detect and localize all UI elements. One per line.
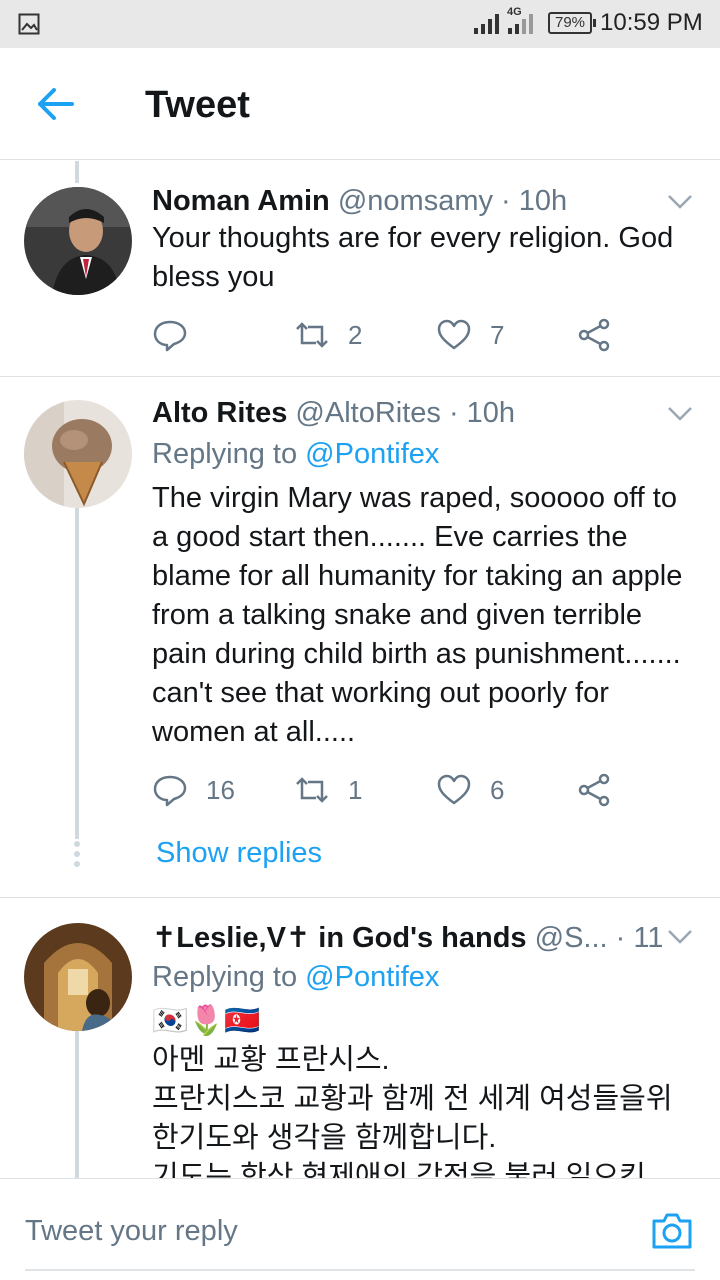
reply-button[interactable]: 16 — [152, 770, 235, 810]
reply-icon — [153, 320, 187, 352]
heart-icon — [437, 774, 471, 805]
retweet-count: 2 — [348, 319, 363, 350]
page-title: Tweet — [145, 84, 250, 126]
like-count: 6 — [490, 774, 505, 805]
user-handle[interactable]: @S... — [535, 922, 608, 954]
heart-icon — [437, 319, 471, 350]
replying-to: Replying to @Pontifex — [152, 438, 439, 471]
user-name[interactable]: Noman Amin — [152, 185, 330, 217]
tweet-time: · 10h — [448, 397, 516, 429]
gallery-notification-icon — [18, 13, 40, 35]
user-handle[interactable]: @nomsamy — [338, 185, 493, 217]
tweet-text-line: 한기도와 생각을 함께합니다. — [152, 1122, 497, 1154]
avatar[interactable] — [24, 400, 132, 508]
reply-count: 16 — [206, 774, 235, 805]
reply-tweet[interactable]: ✝Leslie,V✝ in God's hands @S... · 11h Re… — [0, 898, 720, 1178]
tweet-actions: 2 7 — [152, 315, 632, 355]
retweet-button[interactable]: 2 — [294, 315, 362, 355]
user-name[interactable]: Alto Rites — [152, 397, 287, 429]
retweet-count: 1 — [348, 774, 363, 805]
replying-to-label: Replying to — [152, 961, 306, 993]
tweet-text-line: 기도는 항상 형제애의 감정을 불러 일으킨 — [152, 1161, 646, 1178]
mention-link[interactable]: @Pontifex — [305, 438, 439, 470]
back-arrow-icon[interactable] — [36, 86, 76, 122]
tweet-text: The virgin Mary was raped, sooooo off to… — [152, 482, 683, 748]
tweet-text: 🇰🇷🌷🇰🇵 아멘 교황 프란시스. 프란치스코 교황과 함께 전 세계 여성들을… — [152, 1002, 700, 1178]
share-icon — [578, 318, 610, 352]
avatar[interactable] — [24, 923, 132, 1031]
retweet-button[interactable]: 1 — [294, 770, 362, 810]
thread-line — [75, 507, 79, 839]
share-button[interactable] — [576, 770, 612, 810]
reply-input[interactable]: Tweet your reply — [25, 1215, 238, 1248]
reply-button[interactable] — [152, 315, 206, 355]
share-button[interactable] — [576, 315, 612, 355]
thread-line — [75, 161, 79, 183]
reply-icon — [153, 775, 187, 807]
mention-link[interactable]: @Pontifex — [305, 961, 439, 993]
thread-continuation-dots — [74, 841, 80, 871]
emoji-line: 🇰🇷🌷🇰🇵 — [152, 1005, 261, 1037]
tweet-text-line: 프란치스코 교황과 함께 전 세계 여성들을위 — [152, 1083, 673, 1115]
tweet-header: Alto Rites @AltoRites · 10h — [152, 397, 662, 430]
tweet-actions: 16 1 6 — [152, 770, 632, 810]
tweet-header: ✝Leslie,V✝ in God's hands @S... · 11h — [152, 920, 662, 955]
chevron-down-icon[interactable] — [667, 929, 693, 945]
reply-input-underline — [25, 1269, 695, 1271]
retweet-icon — [296, 322, 328, 348]
tweet-text-line: 아멘 교황 프란시스. — [152, 1044, 390, 1076]
chevron-down-icon[interactable] — [667, 194, 693, 210]
app-header: Tweet — [0, 48, 720, 160]
status-bar: 4G 79% 10:59 PM — [0, 0, 720, 48]
like-count: 7 — [490, 319, 505, 350]
thread-line — [75, 1030, 79, 1178]
reply-tweet[interactable]: Alto Rites @AltoRites · 10h Replying to … — [0, 377, 720, 897]
signal-strength-secondary-icon — [508, 14, 533, 34]
tweet-time: · 11h — [615, 922, 662, 954]
reply-tweet[interactable]: Noman Amin @nomsamy · 10h Your thoughts … — [0, 161, 720, 376]
camera-icon[interactable] — [650, 1211, 694, 1251]
tweet-text: Your thoughts are for every religion. Go… — [152, 222, 674, 293]
replying-to-label: Replying to — [152, 438, 306, 470]
like-button[interactable]: 6 — [436, 770, 504, 810]
chevron-down-icon[interactable] — [667, 406, 693, 422]
replying-to: Replying to @Pontifex — [152, 961, 439, 994]
share-icon — [578, 773, 610, 807]
reply-composer[interactable]: Tweet your reply — [0, 1178, 720, 1280]
tweet-time: · 10h — [501, 185, 568, 217]
tweet-header: Noman Amin @nomsamy · 10h — [152, 185, 662, 218]
user-handle[interactable]: @AltoRites — [295, 397, 440, 429]
avatar[interactable] — [24, 187, 132, 295]
like-button[interactable]: 7 — [436, 315, 504, 355]
retweet-icon — [296, 777, 328, 803]
signal-strength-icon — [474, 14, 499, 34]
show-replies-link[interactable]: Show replies — [156, 837, 322, 870]
user-name[interactable]: ✝Leslie,V✝ in God's hands — [152, 922, 527, 954]
clock: 10:59 PM — [600, 9, 703, 36]
battery-indicator: 79% — [548, 12, 596, 34]
